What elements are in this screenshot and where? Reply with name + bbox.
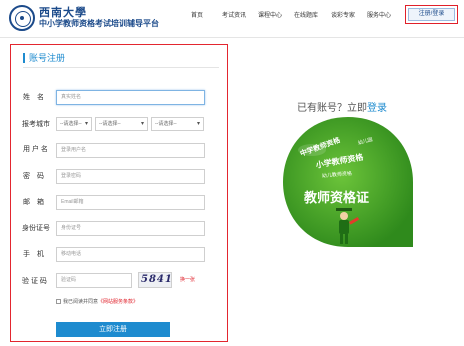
nav-item-courses[interactable]: 课程中心: [258, 10, 282, 19]
agree-checkbox[interactable]: [56, 299, 61, 304]
username-input[interactable]: 登录用户名: [56, 143, 205, 158]
phone-input[interactable]: 移动电话: [56, 247, 205, 262]
captcha-label: 验 证 码: [22, 278, 47, 285]
login-register-button[interactable]: 注册/登录: [408, 8, 455, 21]
nav-item-home[interactable]: 首页: [191, 10, 203, 19]
header-divider: [0, 37, 464, 38]
phone-label: 手 机: [23, 251, 44, 258]
terms-link[interactable]: 《网站服务条款》: [98, 299, 138, 305]
chevron-down-icon: ▾: [196, 121, 200, 127]
form-title: 账号注册: [23, 53, 65, 63]
captcha-image[interactable]: 5841: [138, 272, 172, 288]
captcha-input[interactable]: 验证码: [56, 273, 132, 288]
header: 西南大學 中小学教师资格考试培训辅导平台 首页 考试资讯 课程中心 在线题库 谈…: [0, 0, 464, 38]
agree-prefix: 我已阅读并同意: [63, 299, 99, 305]
name-label: 姓 名: [23, 94, 44, 101]
register-submit-button[interactable]: 立即注册: [56, 322, 170, 337]
city-select-value: --请选择--: [99, 121, 121, 127]
username-label: 用 户 名: [23, 146, 48, 153]
nav-item-service[interactable]: 服务中心: [367, 10, 391, 19]
chevron-down-icon: ▾: [140, 121, 144, 127]
city-label: 报考城市: [22, 121, 50, 128]
chevron-down-icon: ▾: [84, 121, 88, 127]
nav-item-news[interactable]: 考试资讯: [222, 10, 246, 19]
province-select-value: --请选择--: [60, 121, 82, 127]
email-label: 邮 箱: [23, 199, 44, 206]
city-select[interactable]: --请选择-- ▾: [95, 117, 148, 131]
badge-main-title: 教师资格证: [303, 190, 369, 205]
district-select[interactable]: --请选择-- ▾: [151, 117, 204, 131]
name-input[interactable]: 真实姓名: [56, 90, 205, 105]
email-input[interactable]: Email邮箱: [56, 195, 205, 210]
district-select-value: --请选择--: [155, 121, 177, 127]
nav-item-question-bank[interactable]: 在线题库: [294, 10, 318, 19]
idcard-label: 身份证号: [22, 225, 50, 232]
teacher-certificate-badge: 中学教师资格 幼儿园 小学教师资格 幼儿教师资格 教师资格证: [283, 117, 413, 247]
province-select[interactable]: --请选择-- ▾: [56, 117, 92, 131]
form-title-divider: [23, 67, 219, 68]
login-register-highlight: 注册/登录: [405, 5, 458, 24]
page: 西南大學 中小学教师资格考试培训辅导平台 首页 考试资讯 课程中心 在线题库 谈…: [0, 0, 464, 346]
idcard-input[interactable]: 身份证号: [56, 221, 205, 236]
main-nav: 首页 考试资讯 课程中心 在线题库 谈彩专家 服务中心: [0, 10, 464, 24]
agree-text: 我已阅读并同意《网站服务条款》: [63, 298, 138, 305]
password-label: 密 码: [23, 173, 44, 180]
refresh-captcha-link[interactable]: 换一张: [180, 276, 195, 283]
nav-item-experts[interactable]: 谈彩专家: [331, 10, 355, 19]
password-input[interactable]: 登录密码: [56, 169, 205, 184]
